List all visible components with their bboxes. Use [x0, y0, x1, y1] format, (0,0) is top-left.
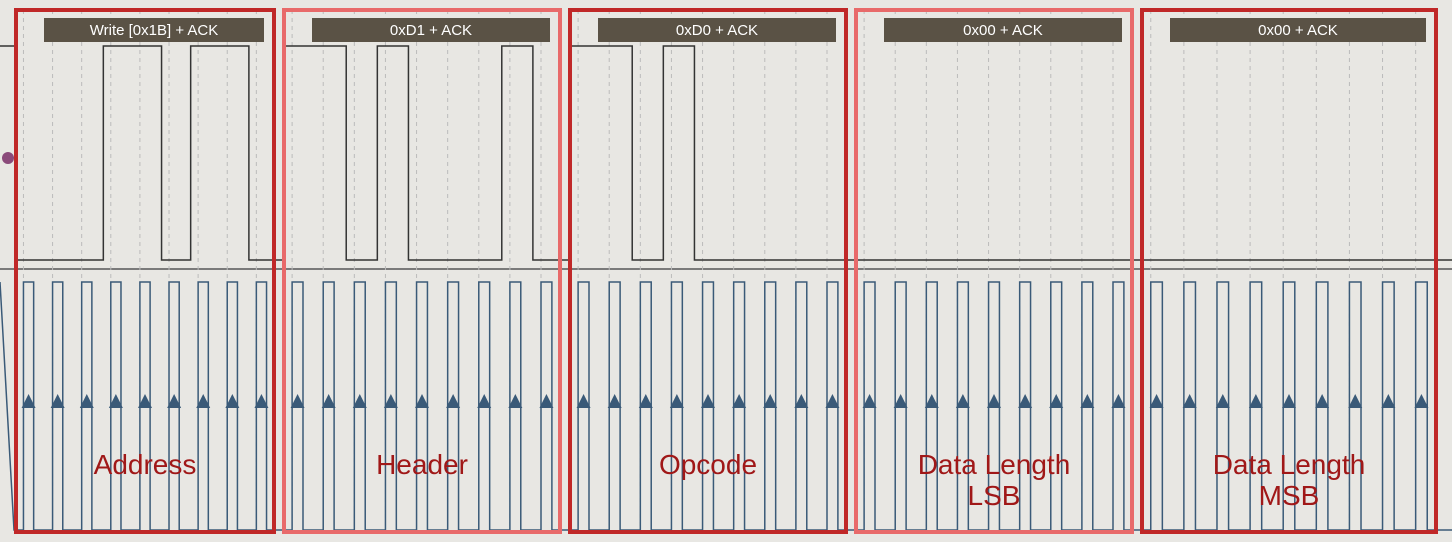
- byte-box-header: [282, 8, 562, 534]
- timing-diagram: Write [0x1B] + ACKAddress0xD1 + ACKHeade…: [0, 0, 1452, 542]
- byte-box-opcode: [568, 8, 848, 534]
- byte-box-len-lsb: [854, 8, 1134, 534]
- byte-box-address: [14, 8, 276, 534]
- byte-box-len-msb: [1140, 8, 1438, 534]
